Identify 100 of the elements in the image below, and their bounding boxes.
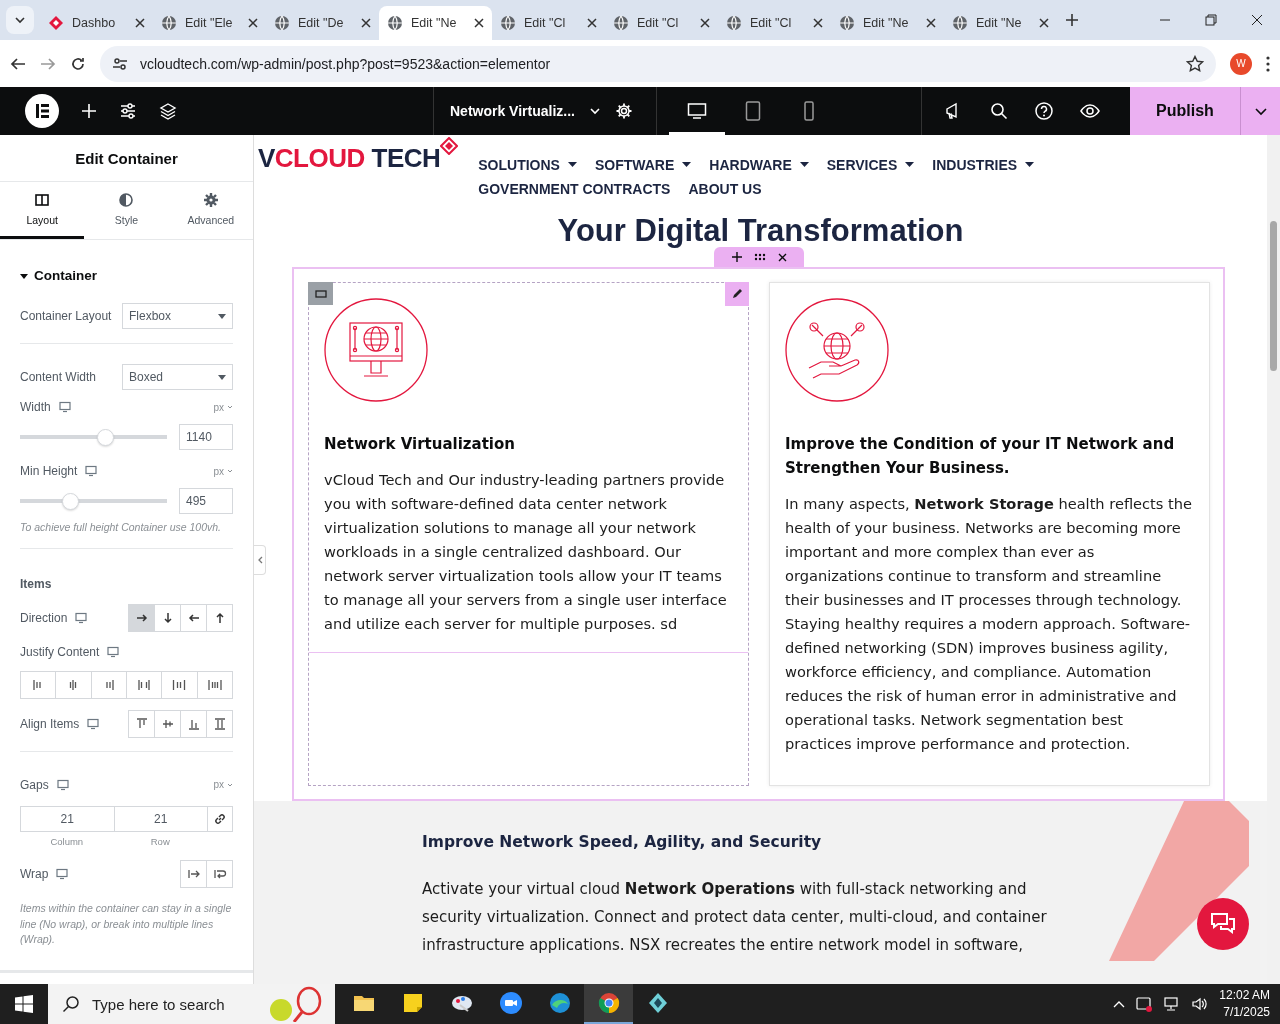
browser-tab[interactable]: Edit "Cl bbox=[492, 6, 605, 40]
drag-handle-icon[interactable] bbox=[753, 253, 766, 261]
option-button[interactable] bbox=[55, 670, 92, 699]
search-icon[interactable] bbox=[990, 102, 1008, 120]
scrollbar[interactable] bbox=[1267, 135, 1280, 984]
sliders-icon[interactable] bbox=[119, 102, 137, 120]
profile-avatar[interactable]: W bbox=[1230, 52, 1252, 75]
option-button[interactable] bbox=[128, 709, 155, 738]
option-button[interactable] bbox=[206, 859, 233, 888]
option-button[interactable] bbox=[196, 670, 233, 699]
forward-icon[interactable] bbox=[40, 55, 56, 72]
logo[interactable]: VCLOUD TECH bbox=[258, 135, 459, 175]
tab-search-button[interactable] bbox=[6, 6, 34, 34]
option-button[interactable] bbox=[180, 603, 207, 632]
taskbar-app-button[interactable] bbox=[584, 984, 633, 1024]
number-field[interactable]: 495 bbox=[179, 488, 233, 514]
close-icon[interactable] bbox=[926, 18, 936, 28]
section-title[interactable]: Container bbox=[34, 268, 97, 283]
option-button[interactable] bbox=[206, 709, 233, 738]
unit-select[interactable]: px bbox=[213, 465, 233, 477]
select-field[interactable]: Flexbox bbox=[122, 303, 233, 329]
option-button[interactable] bbox=[90, 670, 127, 699]
close-icon[interactable] bbox=[1039, 18, 1049, 28]
nav-link[interactable]: ABOUT US bbox=[688, 181, 762, 197]
number-field[interactable]: 1140 bbox=[179, 424, 233, 450]
nav-link[interactable]: INDUSTRIES bbox=[932, 157, 1035, 173]
clock-date[interactable]: 7/1/2025 bbox=[1223, 1004, 1270, 1021]
close-icon[interactable] bbox=[813, 18, 823, 28]
close-icon[interactable] bbox=[700, 18, 710, 28]
scrollbar-thumb[interactable] bbox=[1270, 221, 1277, 371]
option-button[interactable] bbox=[128, 603, 155, 632]
option-button[interactable] bbox=[180, 709, 207, 738]
publish-button[interactable]: Publish bbox=[1130, 87, 1240, 135]
volume-icon[interactable] bbox=[1191, 995, 1210, 1013]
number-field[interactable]: 21 bbox=[20, 805, 115, 832]
alignment-icon bbox=[137, 677, 152, 692]
chat-button[interactable] bbox=[1197, 898, 1249, 950]
close-icon[interactable] bbox=[587, 18, 597, 28]
security-icon[interactable] bbox=[1135, 995, 1154, 1013]
close-icon[interactable] bbox=[248, 18, 258, 28]
slider-thumb[interactable] bbox=[61, 492, 79, 510]
reload-icon[interactable] bbox=[70, 55, 86, 72]
option-button[interactable] bbox=[154, 603, 181, 632]
nav-link[interactable]: HARDWARE bbox=[709, 157, 809, 173]
option-button[interactable] bbox=[154, 709, 181, 738]
add-icon[interactable] bbox=[731, 252, 742, 262]
browser-tab[interactable]: Edit "De bbox=[266, 6, 379, 40]
close-icon[interactable] bbox=[474, 18, 484, 28]
nav-link[interactable]: GOVERNMENT CONTRACTS bbox=[478, 181, 671, 197]
close-icon[interactable] bbox=[361, 18, 371, 28]
browser-tab[interactable]: Edit "Cl bbox=[605, 6, 718, 40]
option-button[interactable] bbox=[206, 603, 233, 632]
slider-thumb[interactable] bbox=[97, 428, 115, 446]
browser-tab[interactable]: Dashbo bbox=[40, 6, 153, 40]
settings-icon[interactable] bbox=[615, 102, 633, 120]
menu-icon[interactable] bbox=[1266, 55, 1270, 72]
number-field[interactable]: 21 bbox=[113, 805, 208, 832]
option-button[interactable] bbox=[126, 670, 163, 699]
document-title[interactable]: Network Virtualiz... bbox=[450, 103, 575, 119]
edit-widget-button[interactable] bbox=[725, 282, 749, 306]
layers-icon[interactable] bbox=[159, 102, 177, 120]
link-values-button[interactable] bbox=[207, 805, 233, 832]
eye-icon[interactable] bbox=[1080, 101, 1100, 121]
clock-time[interactable]: 12:02 AM bbox=[1219, 987, 1270, 1004]
panel-tab[interactable]: Advanced bbox=[168, 182, 253, 239]
nav-link[interactable]: SERVICES bbox=[826, 157, 915, 173]
help-icon[interactable] bbox=[1034, 101, 1054, 121]
new-tab-icon[interactable] bbox=[1065, 13, 1079, 27]
browser-tab[interactable]: Edit "Ne bbox=[831, 6, 944, 40]
browser-tab[interactable]: Edit "Ele bbox=[153, 6, 266, 40]
option-button[interactable] bbox=[161, 670, 198, 699]
field-label: Min Height bbox=[20, 464, 78, 478]
unit-select[interactable]: px bbox=[213, 779, 233, 791]
close-icon[interactable] bbox=[1251, 14, 1263, 26]
panel-tab[interactable]: Layout bbox=[0, 182, 85, 239]
option-button[interactable] bbox=[180, 859, 207, 888]
link-icon[interactable] bbox=[214, 812, 226, 825]
star-icon[interactable] bbox=[1186, 54, 1204, 73]
logo-icon[interactable] bbox=[25, 94, 59, 128]
caret-icon[interactable] bbox=[20, 271, 28, 280]
site-settings-icon[interactable] bbox=[112, 55, 128, 72]
restore-icon[interactable] bbox=[1205, 14, 1217, 26]
back-icon[interactable] bbox=[10, 55, 26, 72]
option-button[interactable] bbox=[20, 670, 57, 699]
close-icon[interactable] bbox=[777, 252, 787, 262]
chevron-up-icon[interactable] bbox=[1113, 1000, 1126, 1008]
browser-tab[interactable]: Edit "Cl bbox=[718, 6, 831, 40]
caret-icon[interactable] bbox=[589, 105, 601, 117]
close-icon[interactable] bbox=[135, 18, 145, 28]
desktop-icon[interactable] bbox=[687, 101, 707, 121]
browser-tab[interactable]: Edit "Ne bbox=[944, 6, 1057, 40]
tablet-icon[interactable] bbox=[743, 101, 763, 121]
select-field[interactable]: Boxed bbox=[122, 364, 233, 390]
unit-select[interactable]: px bbox=[213, 401, 233, 413]
browser-tab[interactable]: Edit "Ne bbox=[379, 6, 492, 40]
search-field[interactable]: Type here to search bbox=[48, 984, 335, 1024]
panel-tab[interactable]: Style bbox=[84, 182, 169, 239]
nav-link[interactable]: SOFTWARE bbox=[594, 157, 692, 173]
nav-link[interactable]: SOLUTIONS bbox=[478, 157, 577, 173]
column-handle-button[interactable] bbox=[308, 282, 333, 305]
